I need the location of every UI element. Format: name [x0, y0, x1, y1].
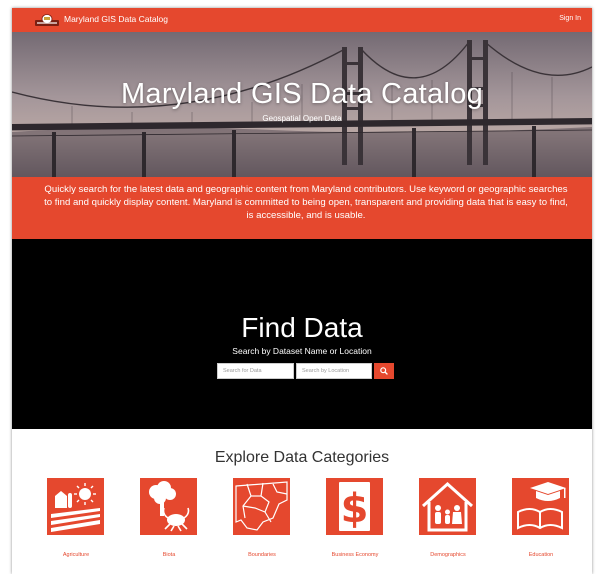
biota-icon: [149, 481, 190, 532]
description-band: Quickly search for the latest data and g…: [12, 177, 592, 239]
category-education[interactable]: Education: [506, 478, 576, 568]
find-data-subtitle: Search by Dataset Name or Location: [232, 346, 372, 356]
category-label[interactable]: Business Economy: [310, 551, 400, 559]
svg-text:$: $: [341, 486, 369, 532]
category-business-economy[interactable]: $ Business Economy: [320, 478, 390, 568]
category-label[interactable]: Education: [496, 551, 586, 559]
agriculture-icon: [51, 483, 100, 532]
category-agriculture[interactable]: Agriculture: [41, 478, 111, 568]
find-data-section: Find Data Search by Dataset Name or Loca…: [12, 239, 592, 429]
find-data-title: Find Data: [241, 312, 363, 343]
category-demographics[interactable]: Demographics: [413, 478, 483, 568]
education-icon: [517, 482, 566, 530]
category-label[interactable]: Boundaries: [217, 551, 307, 559]
search-icon: [380, 367, 388, 375]
hero-title: Maryland GIS Data Catalog: [120, 78, 484, 110]
description-text: Quickly search for the latest data and g…: [44, 184, 568, 221]
category-tile[interactable]: [47, 478, 104, 535]
boundaries-icon: [235, 481, 288, 531]
site-title[interactable]: Maryland GIS Data Catalog: [64, 13, 168, 25]
category-label[interactable]: Agriculture: [31, 551, 121, 559]
categories-section: Explore Data Categories Agriculture Biot…: [12, 429, 592, 574]
top-nav: Maryland GIS Data Catalog Sign In: [12, 8, 592, 32]
demographics-icon: [421, 481, 474, 532]
business-economy-icon: $: [339, 482, 370, 532]
maryland-seal-logo-icon[interactable]: [35, 14, 59, 26]
category-label[interactable]: Biota: [124, 551, 214, 559]
page-frame: Maryland GIS Data Catalog Sign In Maryla…: [12, 8, 592, 574]
search-location-input[interactable]: [296, 363, 372, 379]
category-biota[interactable]: Biota: [134, 478, 204, 568]
categories-title: Explore Data Categories: [214, 449, 390, 466]
hero-banner: Maryland GIS Data Catalog Geospatial Ope…: [12, 32, 592, 177]
category-tile[interactable]: [419, 478, 476, 535]
category-tile[interactable]: [140, 478, 197, 535]
search-button[interactable]: [374, 363, 394, 379]
search-data-input[interactable]: [217, 363, 294, 379]
category-tile[interactable]: [233, 478, 290, 535]
hero-subtitle: Geospatial Open Data: [262, 114, 342, 123]
category-label[interactable]: Demographics: [403, 551, 493, 559]
sign-in-link[interactable]: Sign In: [559, 14, 581, 24]
category-tile[interactable]: [512, 478, 569, 535]
category-boundaries[interactable]: Boundaries: [227, 478, 297, 568]
category-tile[interactable]: $: [326, 478, 383, 535]
